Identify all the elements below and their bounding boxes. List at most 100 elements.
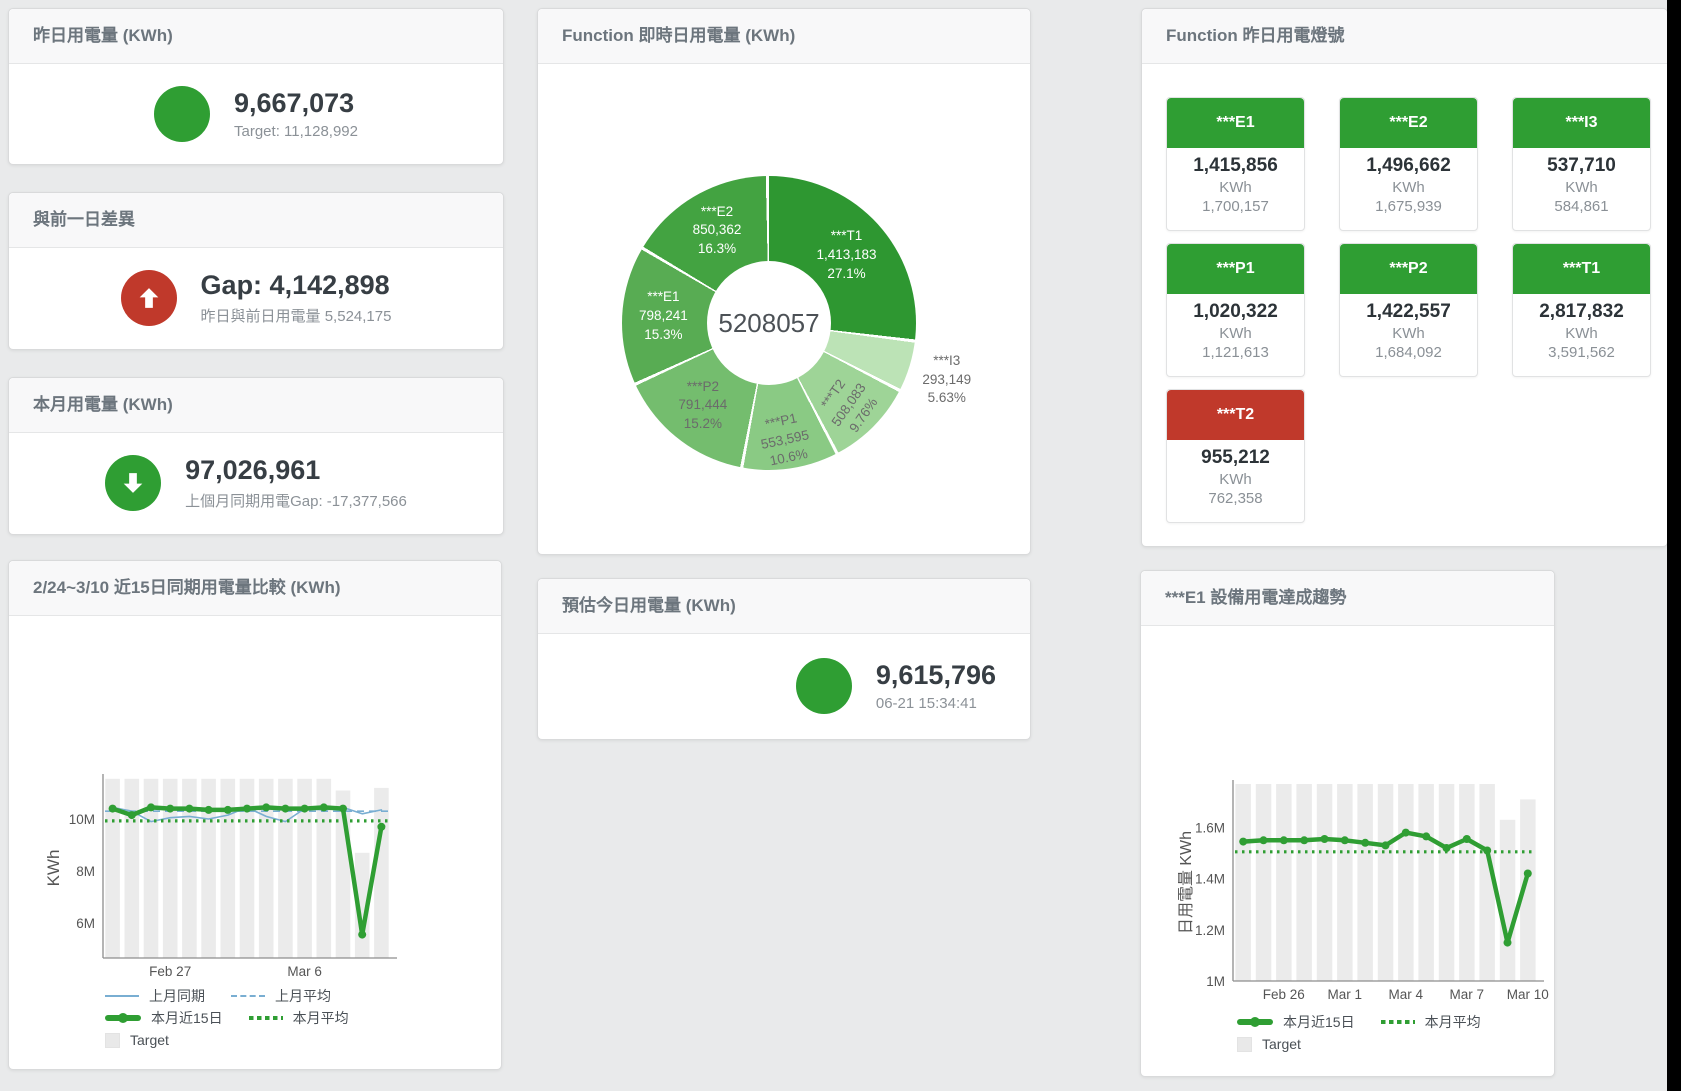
kpi-text: 9,615,796 06-21 15:34:41 — [876, 660, 996, 712]
svg-text:Mar 10: Mar 10 — [1507, 987, 1549, 1002]
legend-item-本月平均[interactable]: 本月平均 — [1381, 1012, 1481, 1032]
lamp-tile-target: 762,358 — [1208, 490, 1262, 507]
e1-trend-chart-legend: 本月近15日 本月平均 Target — [1237, 1011, 1507, 1055]
legend-label: 上月平均 — [275, 986, 331, 1006]
lamp-tile-label: ***T2 — [1167, 390, 1304, 440]
donut-slice-label-T1: ***T11,413,18327.1% — [816, 227, 876, 283]
lamp-tile-E2: ***E21,496,662KWh1,675,939 — [1339, 97, 1478, 231]
svg-text:1.4M: 1.4M — [1195, 872, 1225, 887]
kpi-subtitle: 昨日與前日用電量 5,524,175 — [201, 305, 392, 326]
svg-text:1.6M: 1.6M — [1195, 820, 1225, 835]
lamp-tile-target: 1,675,939 — [1375, 198, 1442, 215]
lamp-tile-label: ***E2 — [1340, 98, 1477, 148]
comparison-chart-legend: 上月同期 上月平均本月近15日 本月平均 Target — [105, 985, 375, 1051]
svg-text:1M: 1M — [1206, 974, 1225, 989]
kpi-body: 97,026,961 上個月同期用電Gap: -17,377,566 — [9, 432, 503, 534]
legend-marker-dash — [231, 995, 265, 997]
kpi-body: 9,667,073 Target: 11,128,992 — [9, 63, 503, 164]
lamp-tile-I3: ***I3537,710KWh584,861 — [1512, 97, 1651, 231]
svg-text:日用電量 KWh: 日用電量 KWh — [1178, 831, 1195, 934]
kpi-timestamp: 06-21 15:34:41 — [876, 695, 996, 712]
e1-trend-chart: 1M 1.2M 1.4M 1.6M Feb 26 Mar 1 Mar 4 Mar 7 Mar 1… — [1141, 571, 1554, 1009]
legend-marker-dots — [1381, 1020, 1415, 1024]
svg-text:10M: 10M — [69, 812, 95, 827]
lamp-tile-unit: KWh — [1219, 471, 1252, 488]
card-title: 昨日用電量 (KWh) — [9, 9, 503, 64]
kpi-value: 9,667,073 — [234, 88, 358, 119]
card-title: 與前一日差異 — [9, 193, 503, 248]
donut-slice-label-I3: ***I3293,1495.63% — [922, 352, 971, 408]
arrow-down-icon — [105, 455, 161, 511]
lamp-tile-target: 3,591,562 — [1548, 344, 1615, 361]
legend-item-本月近15日[interactable]: 本月近15日 — [1237, 1012, 1355, 1032]
lamp-tile-value: 1,422,557 — [1366, 301, 1451, 323]
lamp-tile-target: 584,861 — [1554, 198, 1608, 215]
kpi-value: 9,615,796 — [876, 660, 996, 691]
lamp-tile-value: 1,020,322 — [1193, 301, 1278, 323]
legend-marker-thickline — [1237, 1019, 1273, 1025]
lamp-tile-E1: ***E11,415,856KWh1,700,157 — [1166, 97, 1305, 231]
legend-label: 本月平均 — [293, 1008, 349, 1028]
lamp-tile-body: 2,817,832KWh3,591,562 — [1513, 294, 1650, 361]
legend-label: Target — [130, 1032, 169, 1048]
legend-label: Target — [1262, 1036, 1301, 1052]
legend-item-Target[interactable]: Target — [1237, 1036, 1301, 1052]
lamp-tile-value: 1,415,856 — [1193, 155, 1278, 177]
dashboard-page: { "colors": { "green": "#2f9e33", "red":… — [0, 0, 1681, 1091]
card-title: 2/24~3/10 近15日同期用電量比較 (KWh) — [9, 561, 501, 616]
donut-chart[interactable]: 5208057 ***T11,413,18327.1%***I3293,1495… — [622, 176, 916, 470]
legend-item-上月同期[interactable]: 上月同期 — [105, 986, 205, 1006]
status-circle-icon — [154, 86, 210, 142]
card-title: 預估今日用電量 (KWh) — [538, 579, 1030, 634]
lamp-tile-T1: ***T12,817,832KWh3,591,562 — [1512, 243, 1651, 377]
kpi-text: 97,026,961 上個月同期用電Gap: -17,377,566 — [185, 455, 407, 511]
lamp-tile-P1: ***P11,020,322KWh1,121,613 — [1166, 243, 1305, 377]
card-yesterday-usage: 昨日用電量 (KWh) 9,667,073 Target: 11,128,992 — [8, 8, 504, 165]
svg-text:Mar 1: Mar 1 — [1328, 987, 1363, 1002]
svg-text:KWh: KWh — [44, 850, 63, 887]
kpi-subtitle: 上個月同期用電Gap: -17,377,566 — [185, 490, 407, 511]
lamp-tile-body: 1,496,662KWh1,675,939 — [1340, 148, 1477, 215]
lamp-grid: ***E11,415,856KWh1,700,157***E21,496,662… — [1166, 97, 1649, 523]
donut-slice-label-E2: ***E2850,36216.3% — [693, 203, 742, 259]
lamp-tile-unit: KWh — [1219, 325, 1252, 342]
lamp-tile-T2: ***T2 955,212 KWh 762,358 — [1166, 389, 1305, 523]
svg-text:Feb 26: Feb 26 — [1263, 987, 1305, 1002]
svg-text:1.2M: 1.2M — [1195, 923, 1225, 938]
legend-item-上月平均[interactable]: 上月平均 — [231, 986, 331, 1006]
lamp-tile-label: ***T1 — [1513, 244, 1650, 294]
card-title: Function 昨日用電燈號 — [1142, 9, 1667, 64]
lamp-tile-label: ***I3 — [1513, 98, 1650, 148]
legend-item-本月近15日[interactable]: 本月近15日 — [105, 1008, 223, 1028]
svg-text:Mar 7: Mar 7 — [1450, 987, 1485, 1002]
card-day-gap: 與前一日差異 Gap: 4,142,898 昨日與前日用電量 5,524,175 — [8, 192, 504, 350]
legend-marker-square — [105, 1033, 120, 1048]
kpi-body: 9,615,796 06-21 15:34:41 — [538, 633, 1030, 739]
kpi-text: 9,667,073 Target: 11,128,992 — [234, 88, 358, 140]
card-today-estimate: 預估今日用電量 (KWh) 9,615,796 06-21 15:34:41 — [537, 578, 1031, 740]
lamp-tile-value: 1,496,662 — [1366, 155, 1451, 177]
lamp-tile-body: 1,422,557KWh1,684,092 — [1340, 294, 1477, 361]
legend-label: 本月平均 — [1425, 1012, 1481, 1032]
lamp-tile-target: 1,121,613 — [1202, 344, 1269, 361]
svg-text:8M: 8M — [76, 864, 95, 879]
kpi-value: Gap: 4,142,898 — [201, 270, 392, 301]
lamp-tile-body: 955,212 KWh 762,358 — [1167, 440, 1304, 507]
kpi-text: Gap: 4,142,898 昨日與前日用電量 5,524,175 — [201, 270, 392, 326]
svg-text:Mar 4: Mar 4 — [1389, 987, 1424, 1002]
legend-item-本月平均[interactable]: 本月平均 — [249, 1008, 349, 1028]
lamp-tile-unit: KWh — [1392, 325, 1425, 342]
donut-slice-label-E1: ***E1798,24115.3% — [639, 288, 688, 344]
lamp-tile-value: 955,212 — [1201, 447, 1270, 469]
svg-text:6M: 6M — [76, 916, 95, 931]
lamp-tile-body: 1,415,856 KWh 1,700,157 — [1167, 148, 1304, 215]
card-title: ***E1 設備用電達成趨勢 — [1141, 571, 1554, 626]
lamp-tile-target: 1,700,157 — [1202, 198, 1269, 215]
card-month-usage: 本月用電量 (KWh) 97,026,961 上個月同期用電Gap: -17,3… — [8, 377, 504, 535]
legend-marker-dots — [249, 1016, 283, 1020]
lamp-tile-value: 537,710 — [1547, 155, 1616, 177]
comparison-chart: 6M8M10MFeb 27Mar 6KWh — [9, 561, 501, 985]
legend-marker-thickline — [105, 1015, 141, 1021]
legend-item-Target[interactable]: Target — [105, 1032, 169, 1048]
lamp-tile-unit: KWh — [1219, 179, 1252, 196]
